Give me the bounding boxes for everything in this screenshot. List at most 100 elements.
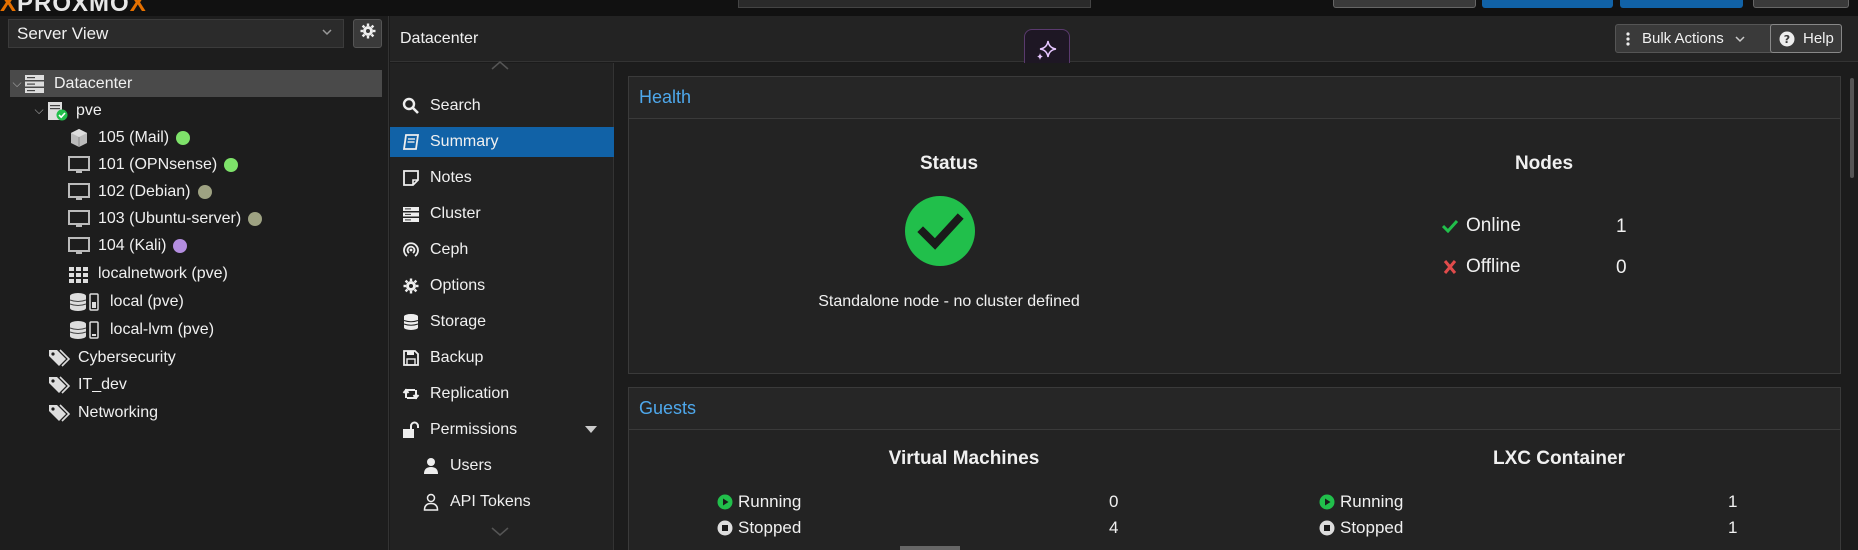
nav-item-search[interactable]: Search <box>390 91 614 121</box>
nav-item-replication[interactable]: Replication <box>390 379 614 409</box>
tree-item-ct-105[interactable]: 105 (Mail) <box>68 124 191 151</box>
nav-item-label: API Tokens <box>450 493 531 510</box>
network-grid-icon <box>68 264 90 284</box>
tree-item-label: Datacenter <box>54 74 133 92</box>
tree-item-vm-101[interactable]: 101 (OPNsense) <box>68 151 239 178</box>
health-panel: Health Status Standalone node - no clust… <box>628 76 1841 374</box>
horizontal-scroll-thumb[interactable] <box>900 546 960 550</box>
status-dot <box>173 238 188 253</box>
nav-item-label: Ceph <box>430 241 469 258</box>
play-circle-icon <box>717 494 733 510</box>
summary-content: Health Status Standalone node - no clust… <box>615 63 1858 550</box>
create-ct-button[interactable] <box>1620 0 1743 8</box>
nav-item-label: Users <box>450 457 492 474</box>
nav-item-cluster[interactable]: Cluster <box>390 199 614 229</box>
nav-item-label: Cluster <box>430 205 481 222</box>
stop-circle-icon <box>1319 520 1335 536</box>
nav-item-label: Storage <box>430 313 487 330</box>
vm-monitor-icon <box>68 209 90 229</box>
nodes-online-row: Online <box>1442 215 1521 237</box>
tags-icon <box>48 375 71 395</box>
tree-item-tag-it-dev[interactable]: IT_dev <box>48 371 127 398</box>
lxc-running-label: Running <box>1340 492 1404 511</box>
tree-item-storage-local-lvm[interactable]: local-lvm (pve) <box>68 316 214 343</box>
book-icon <box>402 133 420 151</box>
chevron-down-icon <box>1734 33 1746 45</box>
nav-item-users[interactable]: Users <box>390 451 614 481</box>
nav-item-backup[interactable]: Backup <box>390 343 614 373</box>
tree-item-vm-102[interactable]: 102 (Debian) <box>68 178 212 205</box>
nav-item-storage[interactable]: Storage <box>390 307 614 337</box>
nav-item-notes[interactable]: Notes <box>390 163 614 193</box>
status-dot <box>197 184 212 199</box>
chevron-down-icon <box>321 25 333 41</box>
nav-item-label: Replication <box>430 385 510 402</box>
resource-tree-panel: Server View ⌵ Datacenter ⌵ pve 105 (Mail… <box>0 16 389 550</box>
bulk-actions-label: Bulk Actions <box>1642 30 1724 47</box>
tree-item-pve[interactable]: ⌵ pve <box>32 97 102 124</box>
tree-item-label: local-lvm (pve) <box>110 320 215 338</box>
unlock-icon <box>402 421 420 439</box>
nav-item-summary[interactable]: Summary <box>390 127 614 157</box>
tree-item-label: Cybersecurity <box>78 348 176 366</box>
breadcrumb: Datacenter <box>400 30 479 47</box>
tree-item-label: localnetwork (pve) <box>98 264 228 282</box>
tree-settings-button[interactable] <box>353 19 382 48</box>
tree-item-datacenter[interactable]: ⌵ Datacenter <box>10 70 382 97</box>
server-icon <box>402 205 420 223</box>
offline-count: 0 <box>1616 257 1627 278</box>
user-menu-button[interactable] <box>1753 0 1849 8</box>
lxc-stopped-count: 1 <box>1728 518 1738 537</box>
collapse-icon[interactable]: ⌵ <box>10 76 24 91</box>
status-dot <box>224 157 239 172</box>
tree-item-tag-networking[interactable]: Networking <box>48 399 158 426</box>
tree-item-vm-103[interactable]: 103 (Ubuntu-server) <box>68 205 263 232</box>
help-button[interactable]: ? Help <box>1770 24 1842 53</box>
check-icon <box>1442 219 1458 233</box>
nav-item-options[interactable]: Options <box>390 271 614 301</box>
vm-monitor-icon <box>68 155 90 175</box>
create-vm-button[interactable] <box>1482 0 1613 8</box>
nav-item-label: Backup <box>430 349 484 366</box>
lxc-stopped-label: Stopped <box>1340 518 1404 537</box>
status-heading: Status <box>919 153 979 174</box>
vm-running-count: 0 <box>1109 492 1119 511</box>
nav-item-permissions[interactable]: Permissions <box>390 415 614 445</box>
nav-item-label: Summary <box>430 133 499 150</box>
tree-item-tag-cybersecurity[interactable]: Cybersecurity <box>48 344 176 371</box>
scroll-up-icon[interactable] <box>490 58 510 76</box>
documentation-button[interactable] <box>1333 0 1476 8</box>
tree-item-vm-104[interactable]: 104 (Kali) <box>68 232 188 259</box>
user-outline-icon <box>422 493 440 511</box>
caret-down-icon[interactable] <box>584 425 598 434</box>
tree-item-localnetwork[interactable]: localnetwork (pve) <box>68 260 228 287</box>
floppy-icon <box>402 349 420 367</box>
scroll-down-icon[interactable] <box>490 525 510 543</box>
storage-icon <box>68 320 102 340</box>
bulk-actions-button[interactable]: Bulk Actions <box>1615 24 1783 53</box>
user-icon <box>422 457 440 475</box>
server-view-select[interactable]: Server View <box>8 19 344 48</box>
vertical-ellipsis-icon <box>1626 31 1630 46</box>
nav-item-api-tokens[interactable]: API Tokens <box>390 487 614 517</box>
status-dot <box>248 211 263 226</box>
vm-heading: Virtual Machines <box>888 448 1040 469</box>
lxc-running-row: Running <box>1319 492 1403 512</box>
container-icon <box>68 128 90 148</box>
collapse-icon[interactable]: ⌵ <box>32 103 46 118</box>
note-icon <box>402 169 420 187</box>
tree-item-storage-local[interactable]: local (pve) <box>68 288 184 315</box>
content-scrollbar[interactable] <box>1850 78 1854 178</box>
status-dot <box>176 130 191 145</box>
tree-item-label: 105 (Mail) <box>98 128 170 146</box>
nodes-heading: Nodes <box>1514 153 1574 174</box>
tree-item-label: 103 (Ubuntu-server) <box>98 209 242 227</box>
question-circle-icon: ? <box>1779 31 1795 47</box>
nav-item-ceph[interactable]: Ceph <box>390 235 614 265</box>
datacenter-nav-menu: Search Summary Notes Cluster Ceph Option… <box>390 61 614 550</box>
health-title: Health <box>629 77 1840 119</box>
global-search-input[interactable] <box>738 0 1091 8</box>
vm-stopped-row: Stopped <box>717 518 801 538</box>
stop-circle-icon <box>717 520 733 536</box>
ceph-icon <box>402 241 420 259</box>
